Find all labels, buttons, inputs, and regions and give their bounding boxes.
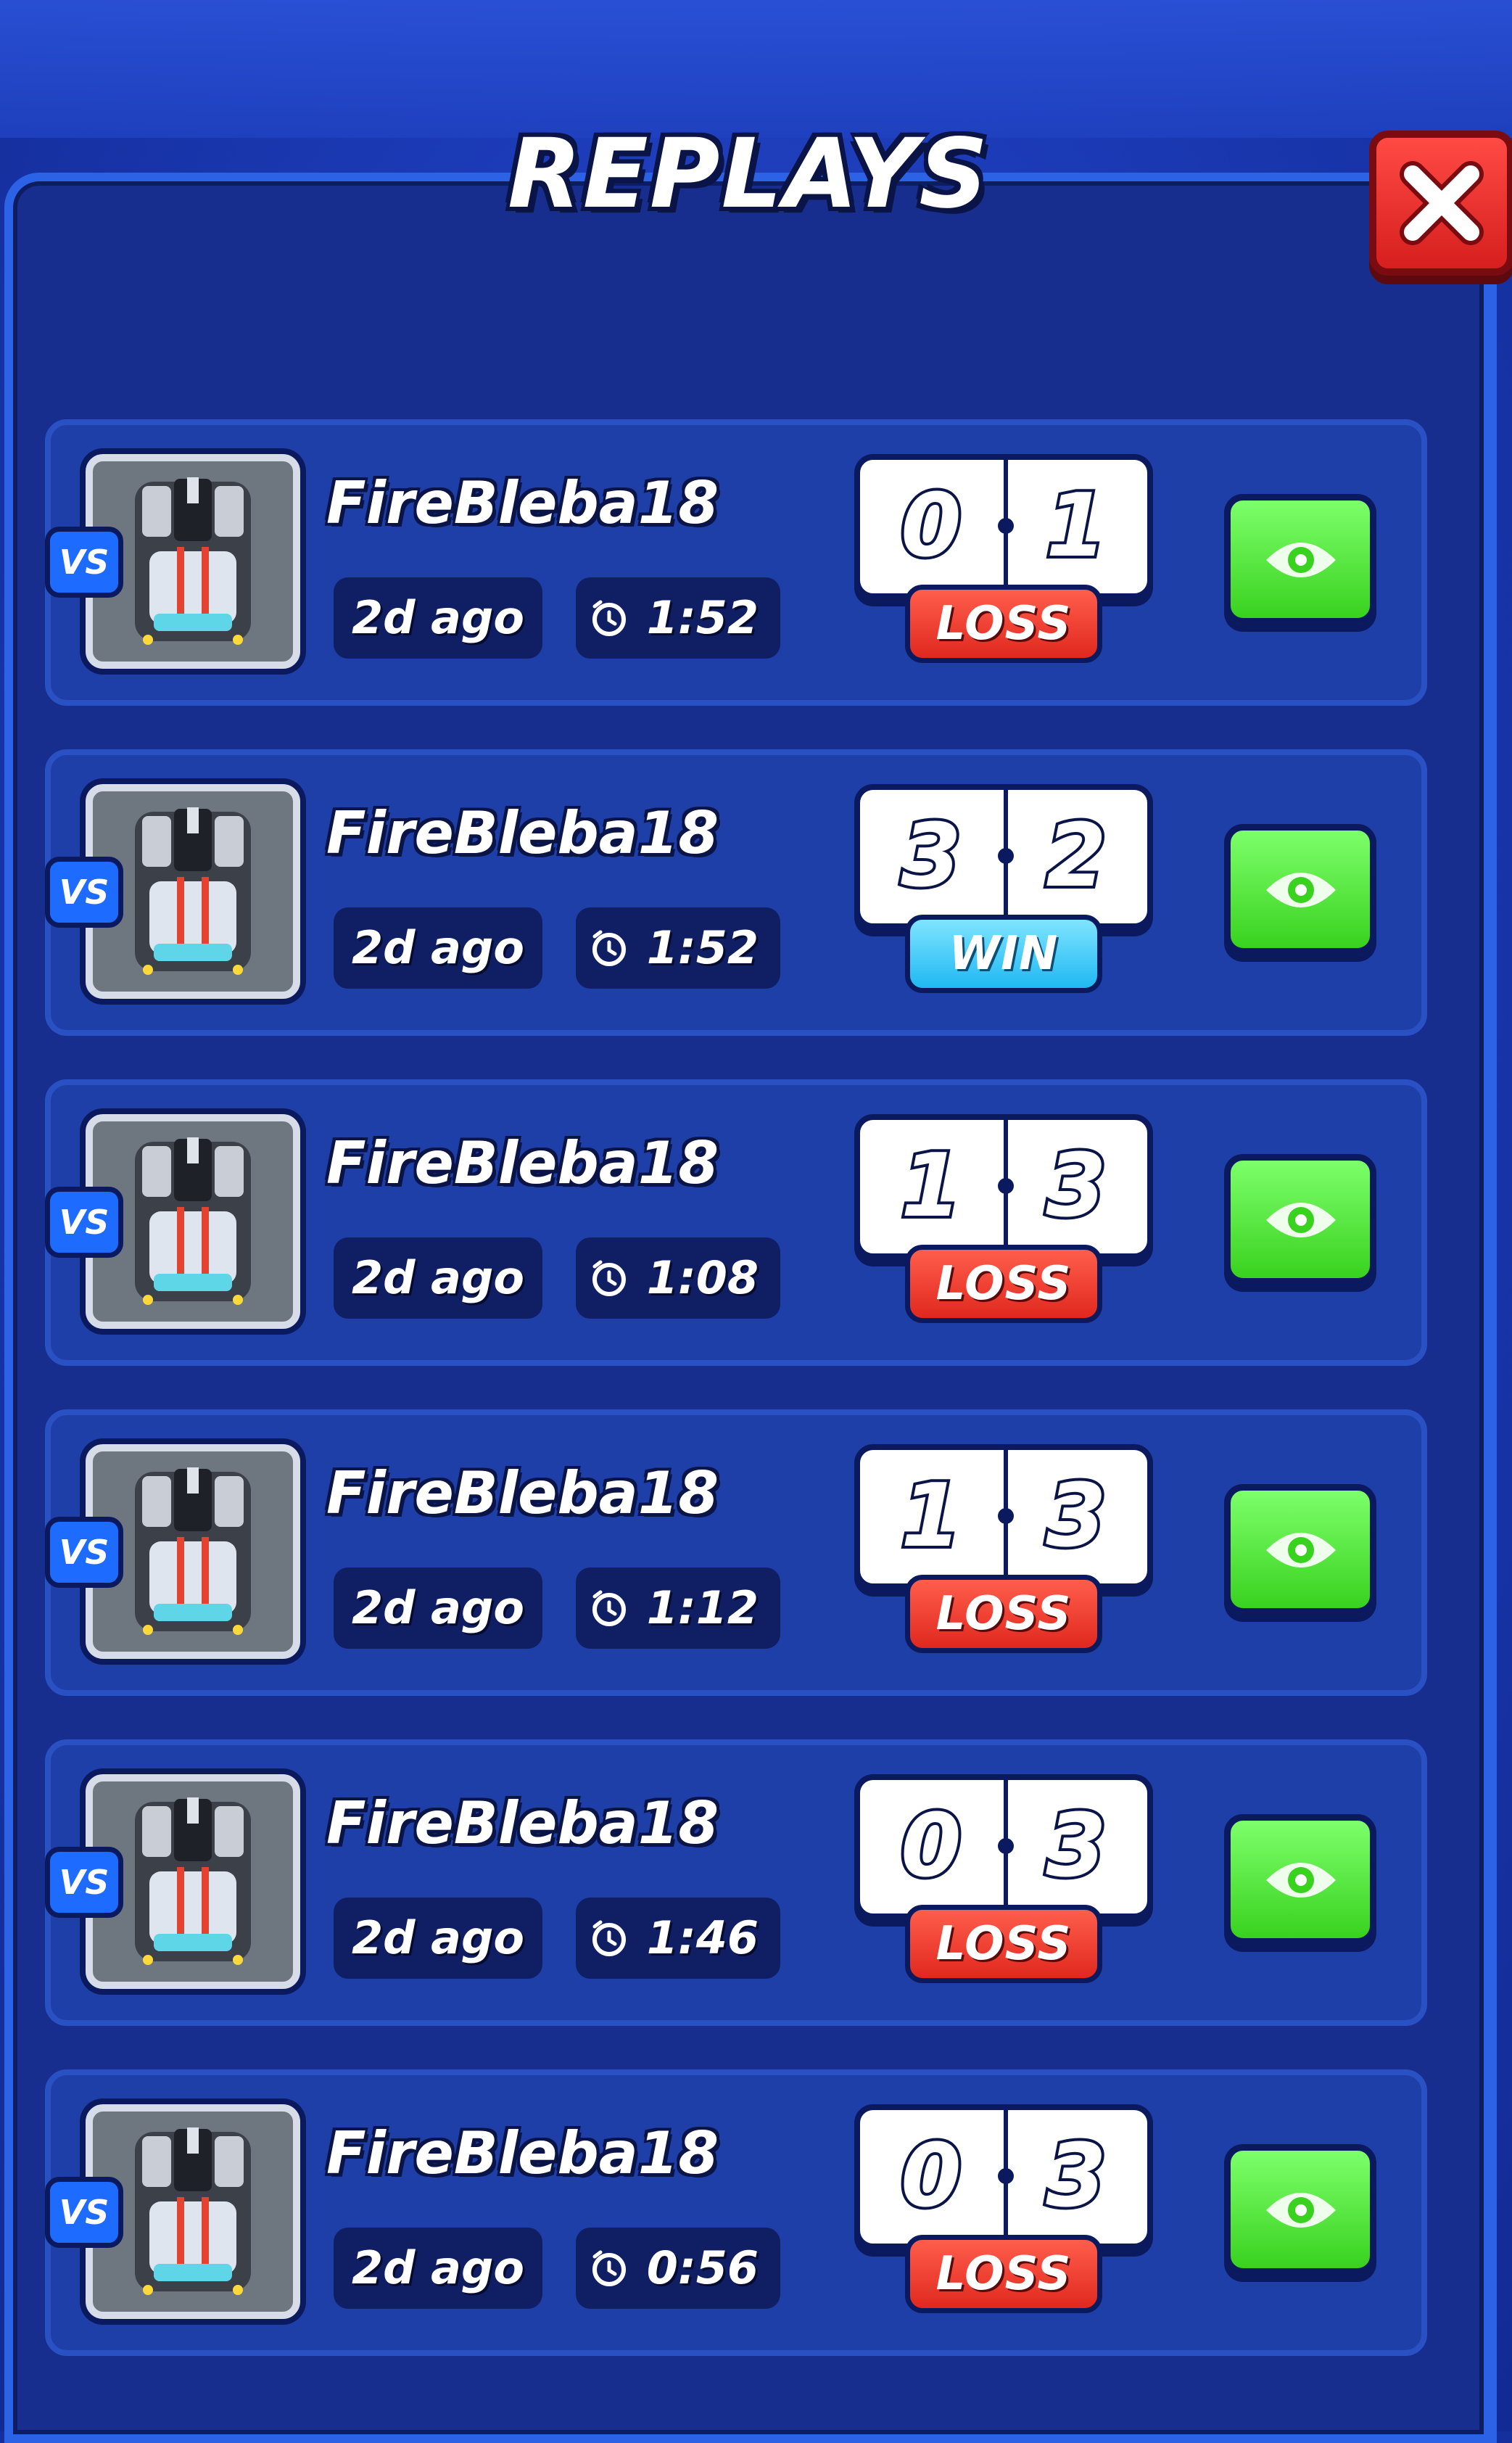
scoreboard: 0 1 — [854, 454, 1153, 599]
duration-text: 1:52 — [646, 921, 759, 974]
close-button[interactable] — [1369, 131, 1512, 276]
car-icon — [135, 1137, 251, 1305]
eye-icon — [1266, 543, 1336, 577]
result-badge: LOSS — [905, 1575, 1102, 1653]
score-right: 3 — [1043, 2123, 1110, 2230]
opponent-name: FireBleba18 — [326, 469, 719, 537]
scoreboard: 3 2 — [854, 784, 1153, 929]
result-badge: LOSS — [905, 1905, 1102, 1983]
score-left: 0 — [898, 1793, 964, 1900]
opponent-name: FireBleba18 — [326, 1459, 719, 1527]
watch-replay-button[interactable] — [1224, 1154, 1376, 1285]
car-icon — [135, 1797, 251, 1965]
duration-text: 0:56 — [646, 2241, 759, 2294]
clock-icon — [592, 930, 626, 966]
eye-icon — [1266, 1533, 1336, 1567]
result-badge: WIN — [905, 915, 1102, 993]
replay-row: VS FireBleba18 2d ago 1:52 3 2 WIN — [45, 749, 1427, 1036]
vs-badge: VS — [45, 1187, 123, 1258]
page-title: REPLAYS — [508, 118, 990, 230]
replay-date: 2d ago — [334, 907, 542, 989]
replay-duration: 1:52 — [576, 577, 780, 659]
opponent-name: FireBleba18 — [326, 1789, 719, 1857]
watch-replay-button[interactable] — [1224, 494, 1376, 625]
replay-duration: 1:08 — [576, 1237, 780, 1319]
vs-badge: VS — [45, 2177, 123, 2248]
replay-duration: 1:46 — [576, 1898, 780, 1979]
eye-icon — [1266, 873, 1336, 907]
clock-icon — [592, 2250, 626, 2286]
score-left: 0 — [898, 2123, 964, 2230]
replay-row: VS FireBleba18 2d ago 0:56 0 3 LOSS — [45, 2069, 1427, 2356]
background-top-bar — [0, 0, 1512, 138]
replay-list: VS FireBleba18 2d ago 1:52 0 1 LOSS VS F… — [45, 419, 1427, 2399]
score-left: 1 — [898, 1133, 964, 1240]
result-badge: LOSS — [905, 585, 1102, 663]
duration-text: 1:12 — [646, 1581, 759, 1634]
duration-text: 1:52 — [646, 591, 759, 644]
replay-row: VS FireBleba18 2d ago 1:52 0 1 LOSS — [45, 419, 1427, 706]
watch-replay-button[interactable] — [1224, 824, 1376, 955]
close-icon — [1400, 161, 1484, 245]
vs-badge: VS — [45, 1517, 123, 1588]
clock-icon — [592, 1260, 626, 1296]
car-icon — [135, 2127, 251, 2295]
duration-text: 1:08 — [646, 1251, 759, 1304]
opponent-name: FireBleba18 — [326, 2119, 719, 2187]
car-icon — [135, 807, 251, 975]
eye-icon — [1266, 2193, 1336, 2228]
eye-icon — [1266, 1863, 1336, 1898]
score-right: 1 — [1043, 473, 1110, 580]
replay-date: 2d ago — [334, 1237, 542, 1319]
score-right: 3 — [1043, 1133, 1110, 1240]
watch-replay-button[interactable] — [1224, 2144, 1376, 2275]
scoreboard: 1 3 — [854, 1114, 1153, 1259]
scoreboard: 1 3 — [854, 1444, 1153, 1589]
score-left: 0 — [898, 473, 964, 580]
vs-badge: VS — [45, 1847, 123, 1918]
watch-replay-button[interactable] — [1224, 1814, 1376, 1945]
clock-icon — [592, 1920, 626, 1956]
opponent-name: FireBleba18 — [326, 1129, 719, 1197]
clock-icon — [592, 1590, 626, 1626]
eye-icon — [1266, 1203, 1336, 1237]
watch-replay-button[interactable] — [1224, 1484, 1376, 1615]
replay-row: VS FireBleba18 2d ago 1:08 1 3 LOSS — [45, 1079, 1427, 1366]
score-right: 2 — [1043, 803, 1110, 910]
scoreboard: 0 3 — [854, 2104, 1153, 2249]
replay-duration: 1:12 — [576, 1567, 780, 1649]
replay-date: 2d ago — [334, 1898, 542, 1979]
score-left: 1 — [898, 1463, 964, 1570]
scoreboard: 0 3 — [854, 1774, 1153, 1919]
replay-date: 2d ago — [334, 2228, 542, 2309]
vs-badge: VS — [45, 857, 123, 928]
clock-icon — [592, 600, 626, 636]
car-icon — [135, 1467, 251, 1635]
score-left: 3 — [898, 803, 964, 910]
replay-date: 2d ago — [334, 577, 542, 659]
result-badge: LOSS — [905, 1245, 1102, 1323]
car-icon — [135, 477, 251, 645]
replay-date: 2d ago — [334, 1567, 542, 1649]
duration-text: 1:46 — [646, 1911, 759, 1964]
replay-row: VS FireBleba18 2d ago 1:46 0 3 LOSS — [45, 1739, 1427, 2026]
replay-row: VS FireBleba18 2d ago 1:12 1 3 LOSS — [45, 1409, 1427, 1696]
score-right: 3 — [1043, 1463, 1110, 1570]
replay-duration: 1:52 — [576, 907, 780, 989]
score-right: 3 — [1043, 1793, 1110, 1900]
replay-duration: 0:56 — [576, 2228, 780, 2309]
result-badge: LOSS — [905, 2235, 1102, 2313]
vs-badge: VS — [45, 527, 123, 598]
opponent-name: FireBleba18 — [326, 799, 719, 867]
